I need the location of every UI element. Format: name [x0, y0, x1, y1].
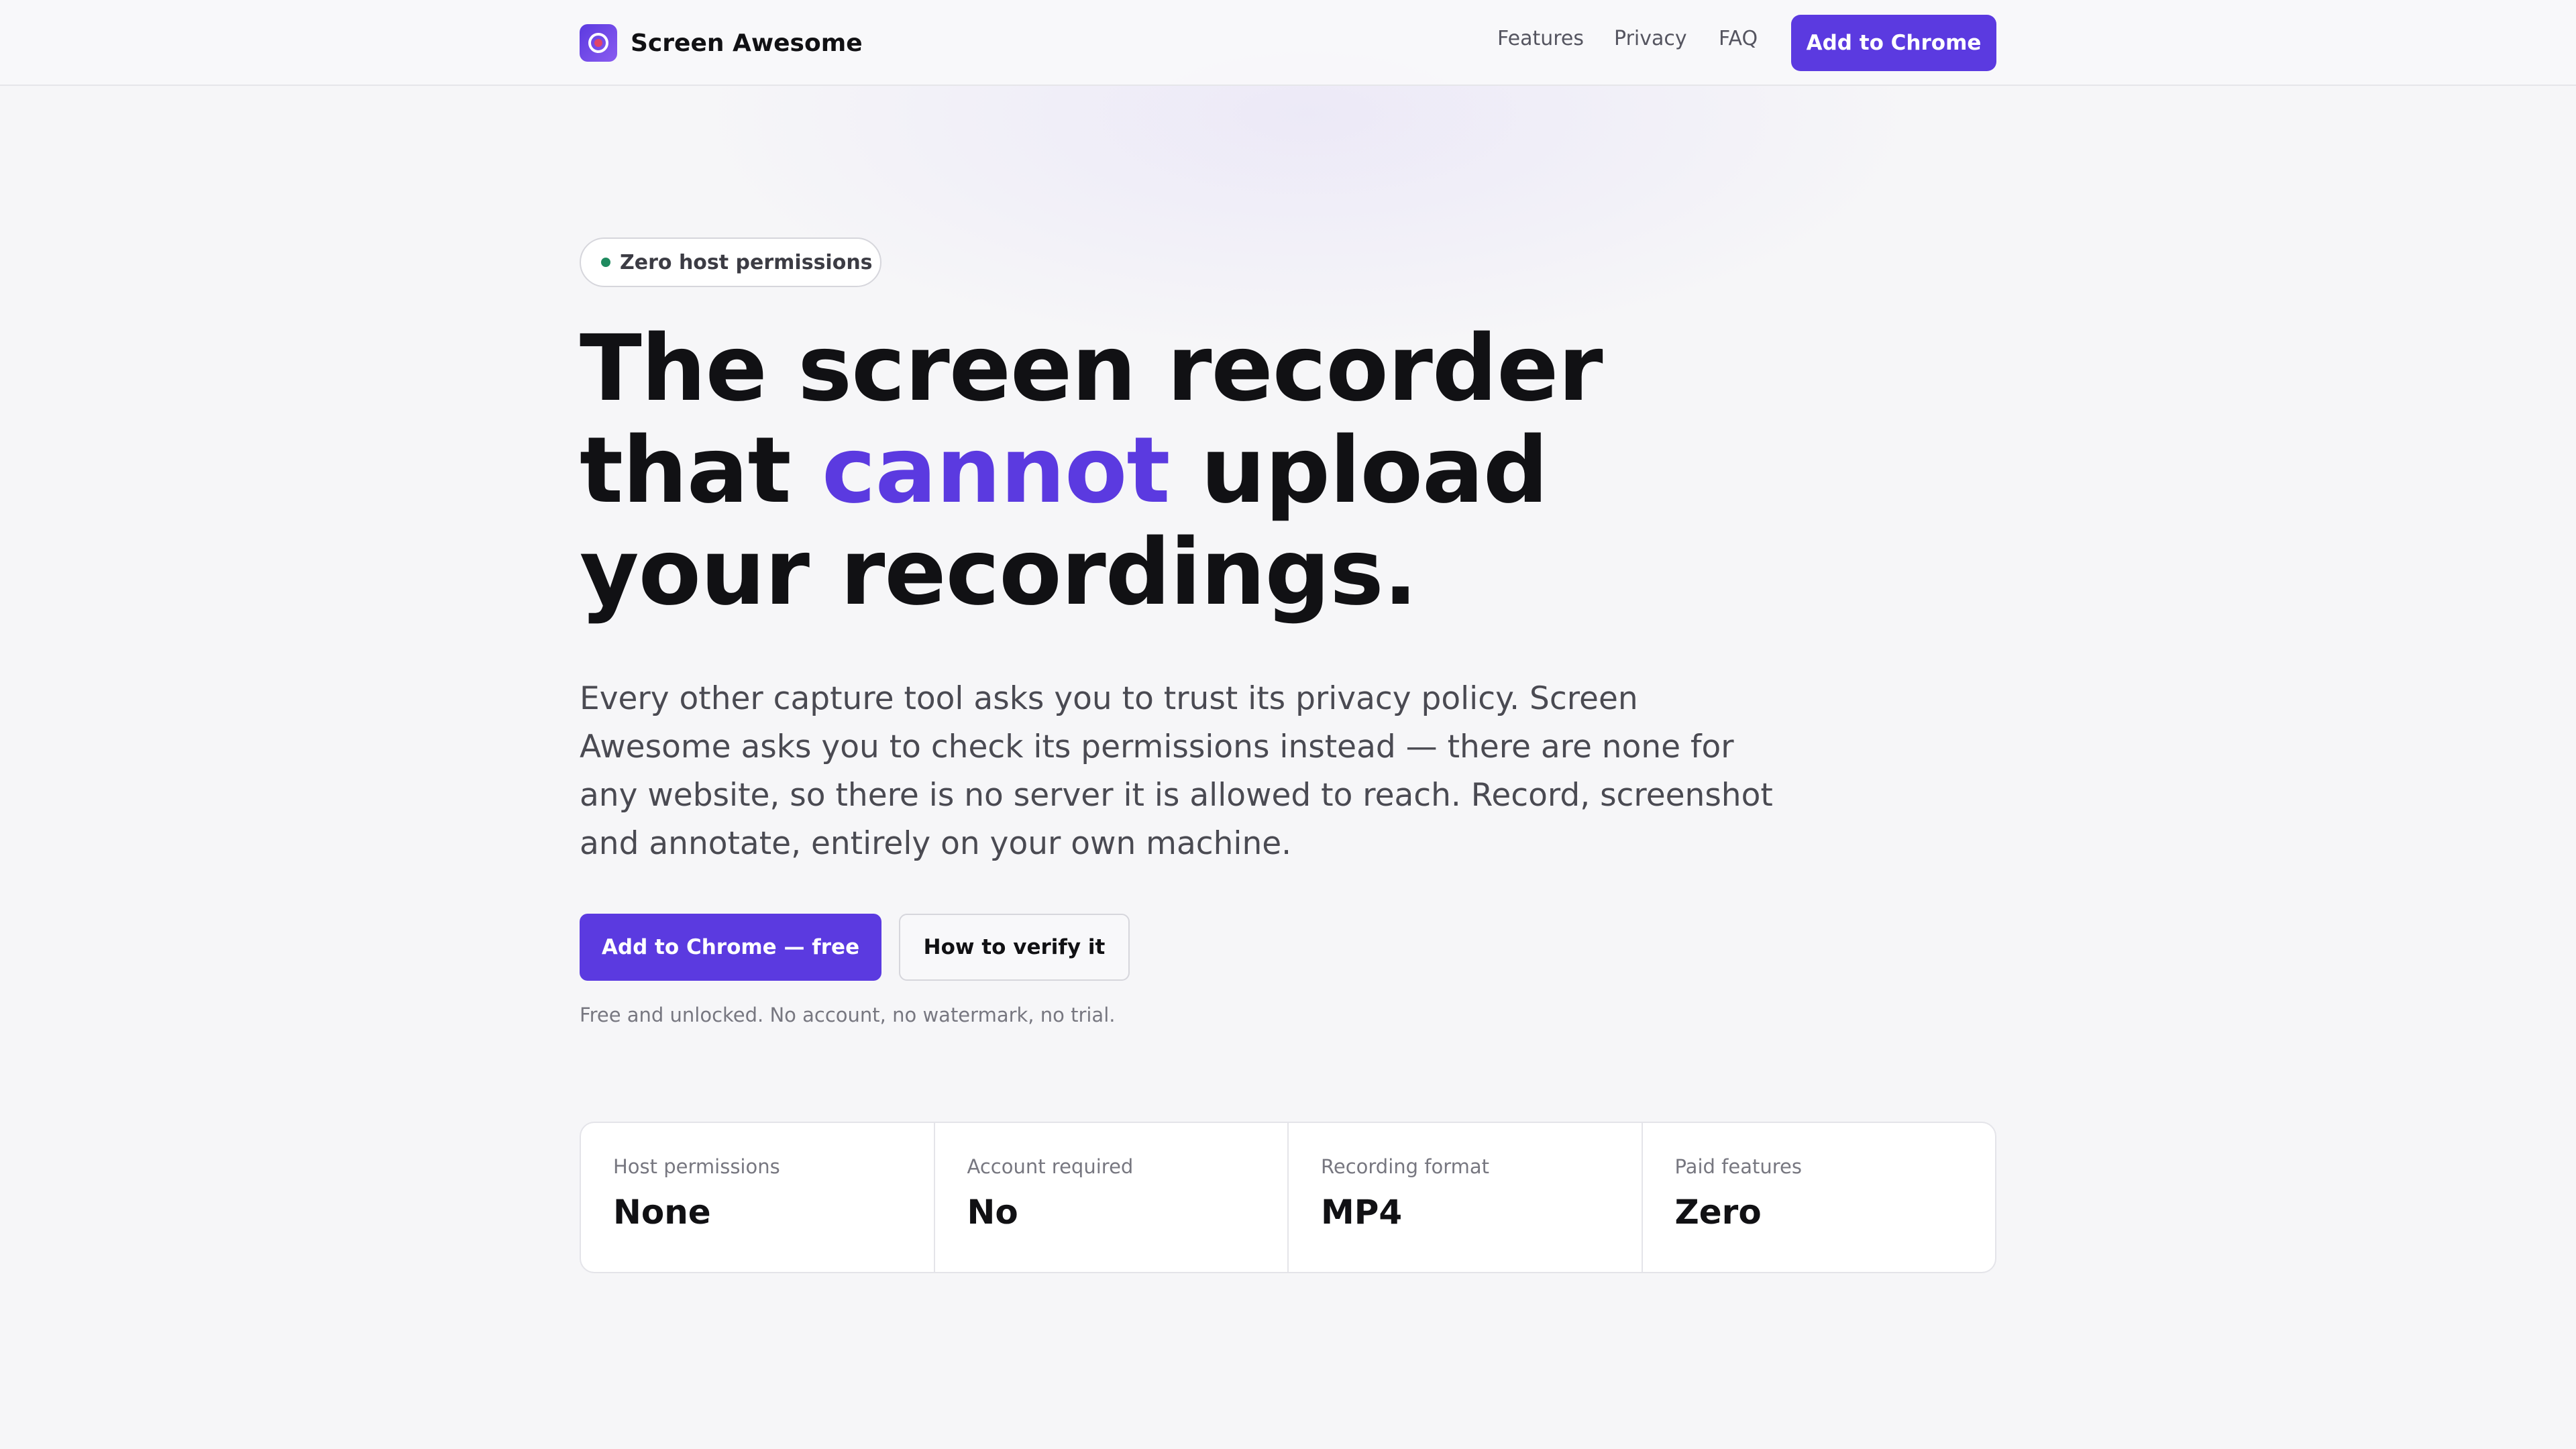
zero-permissions-badge: Zero host permissions: [580, 237, 881, 287]
stat-host-permissions: Host permissions None: [581, 1123, 935, 1272]
how-to-verify-button[interactable]: How to verify it: [899, 914, 1130, 981]
hero-description: Every other capture tool asks you to tru…: [580, 680, 1773, 862]
stat-account-required: Account required No: [935, 1123, 1289, 1272]
pricing-note: Free and unlocked. No account, no waterm…: [580, 1004, 1116, 1026]
stat-value: No: [967, 1193, 1018, 1232]
add-to-chrome-free-button[interactable]: Add to Chrome — free: [580, 914, 881, 981]
brand-name: Screen Awesome: [631, 29, 863, 57]
stat-label: Recording format: [1321, 1155, 1490, 1178]
nav-link-features[interactable]: Features: [1497, 27, 1584, 50]
record-icon: [580, 24, 617, 62]
headline-line-2-end: upload: [1169, 418, 1548, 524]
stat-value: Zero: [1674, 1193, 1762, 1232]
header-add-to-chrome-button[interactable]: Add to Chrome: [1791, 15, 1996, 71]
stat-label: Paid features: [1674, 1155, 1802, 1178]
stats-panel: Host permissions None Account required N…: [580, 1122, 1996, 1273]
nav-link-privacy[interactable]: Privacy: [1614, 27, 1687, 50]
headline-accent-word: cannot: [821, 418, 1170, 524]
status-dot-icon: [601, 258, 610, 267]
stat-value: None: [613, 1193, 711, 1232]
headline-line-3: your recordings.: [580, 520, 1418, 626]
hero-headline: The screen recorder that cannot upload y…: [580, 318, 1854, 624]
badge-label: Zero host permissions: [620, 250, 873, 274]
nav-link-faq[interactable]: FAQ: [1719, 27, 1758, 50]
stat-value: MP4: [1321, 1193, 1403, 1232]
stat-label: Host permissions: [613, 1155, 780, 1178]
stat-label: Account required: [967, 1155, 1134, 1178]
brand[interactable]: Screen Awesome: [580, 23, 863, 62]
headline-line-2-start: that: [580, 418, 822, 524]
headline-line-1: The screen recorder: [580, 316, 1603, 422]
top-navigation-bar: Screen Awesome Features Privacy FAQ Add …: [0, 0, 2576, 86]
stat-recording-format: Recording format MP4: [1289, 1123, 1643, 1272]
stat-paid-features: Paid features Zero: [1643, 1123, 1996, 1272]
